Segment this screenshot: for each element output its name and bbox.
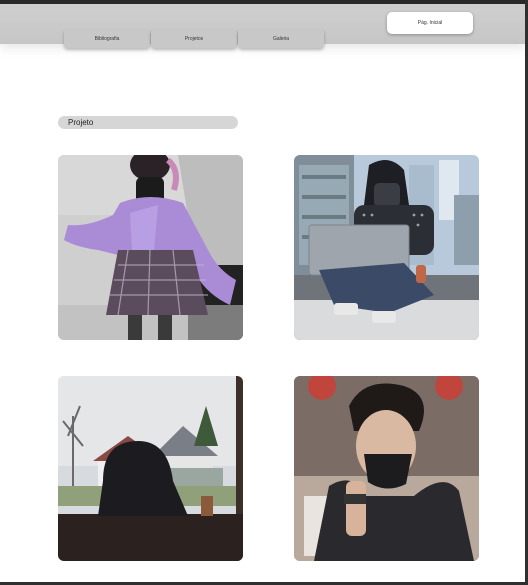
tab-projetos[interactable]: Projetos bbox=[151, 30, 237, 48]
section-title: Projeto bbox=[58, 116, 238, 129]
gallery-image-4[interactable] bbox=[294, 376, 479, 561]
gallery-image-2[interactable] bbox=[294, 155, 479, 340]
gallery-image-1[interactable] bbox=[58, 155, 243, 340]
tab-galeria[interactable]: Galeria bbox=[238, 30, 324, 48]
photo-masked-man bbox=[294, 376, 479, 561]
tab-bibliografia[interactable]: Bibliografia bbox=[64, 30, 150, 48]
photo-girl-purple bbox=[58, 155, 243, 340]
photo-hooded-couch bbox=[58, 376, 243, 561]
home-button[interactable]: Pág. Inicial bbox=[387, 12, 473, 34]
photo-hacker-laptop bbox=[294, 155, 479, 340]
gallery-image-3[interactable] bbox=[58, 376, 243, 561]
